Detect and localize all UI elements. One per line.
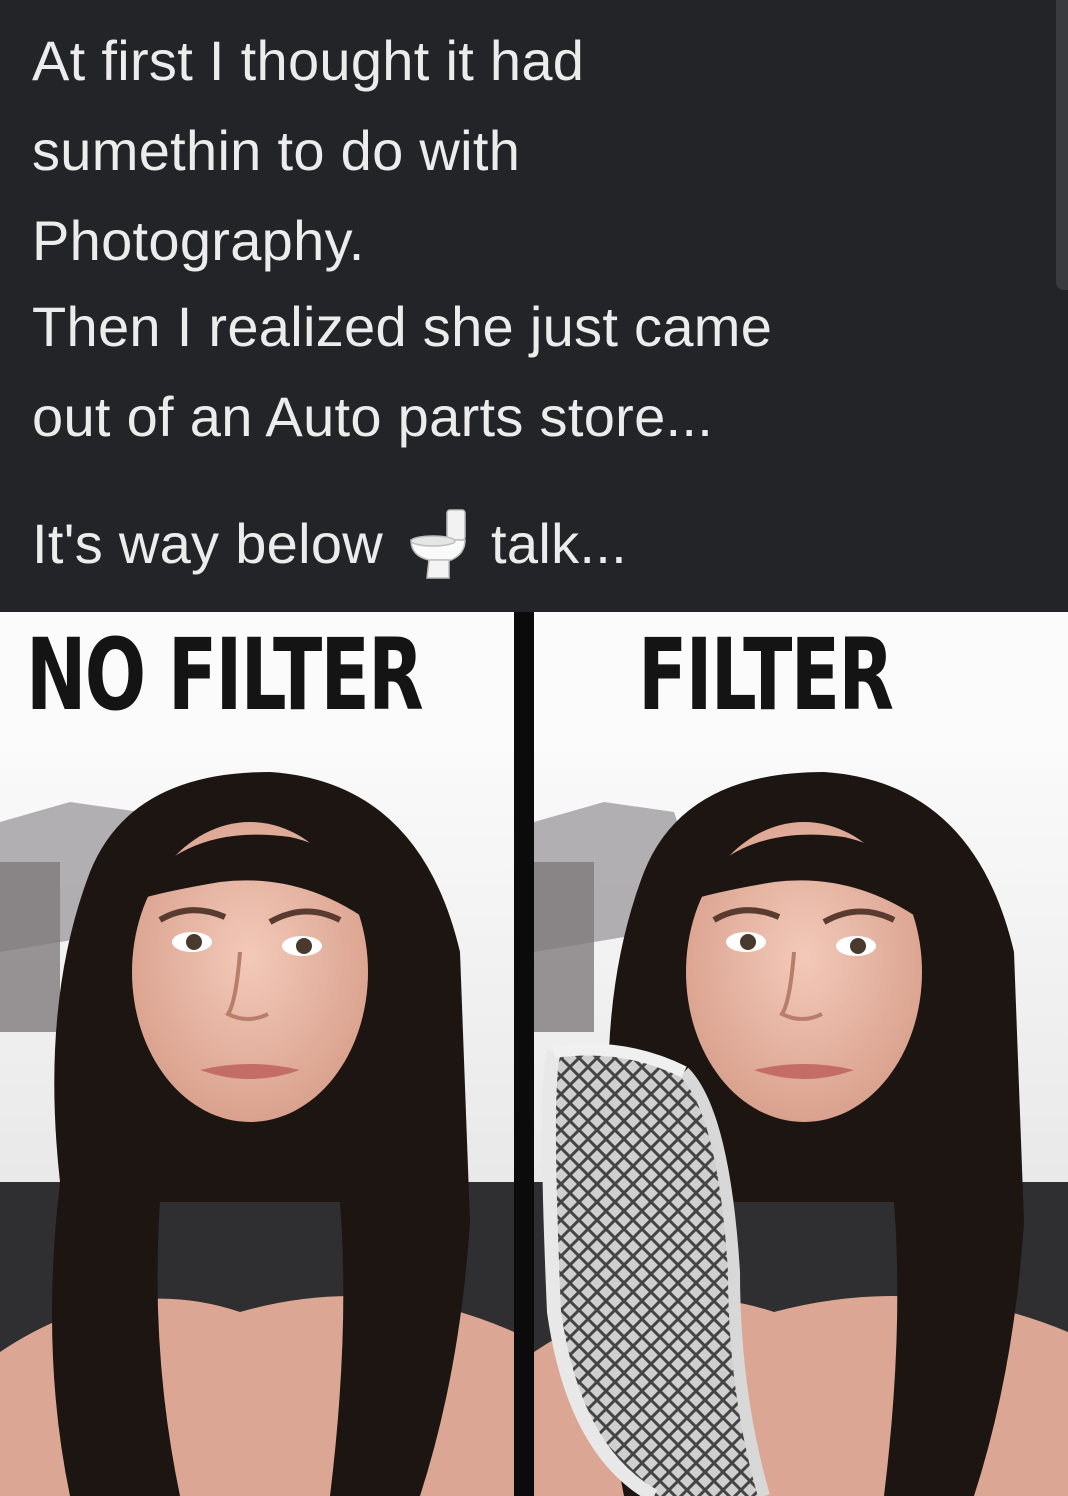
no-filter-photo — [0, 752, 514, 1496]
caption-line-3: Photography. — [32, 209, 365, 272]
no-filter-panel: NO FILTER — [0, 612, 514, 1496]
caption-line-2: sumethin to do with — [32, 119, 521, 182]
caption-line-4: Then I realized she just came — [32, 295, 773, 358]
facebook-post: At first I thought it had sumethin to do… — [0, 0, 1068, 612]
scrollbar[interactable] — [1056, 0, 1068, 290]
filter-photo — [534, 752, 1068, 1496]
meme-image: NO FILTER FILTER — [0, 612, 1068, 1496]
joke-text-after: talk... — [491, 512, 627, 575]
caption-line-5: out of an Auto parts store... — [32, 385, 714, 448]
filter-label: FILTER — [638, 616, 894, 733]
panel-divider — [514, 612, 534, 1496]
filter-panel: FILTER — [534, 612, 1068, 1496]
no-filter-label: NO FILTER — [26, 616, 424, 733]
caption-line-1: At first I thought it had — [32, 29, 585, 92]
joke-text-before: It's way below — [32, 512, 384, 575]
toilet-icon — [407, 508, 469, 580]
joke-line: It's way below talk... — [32, 508, 627, 580]
